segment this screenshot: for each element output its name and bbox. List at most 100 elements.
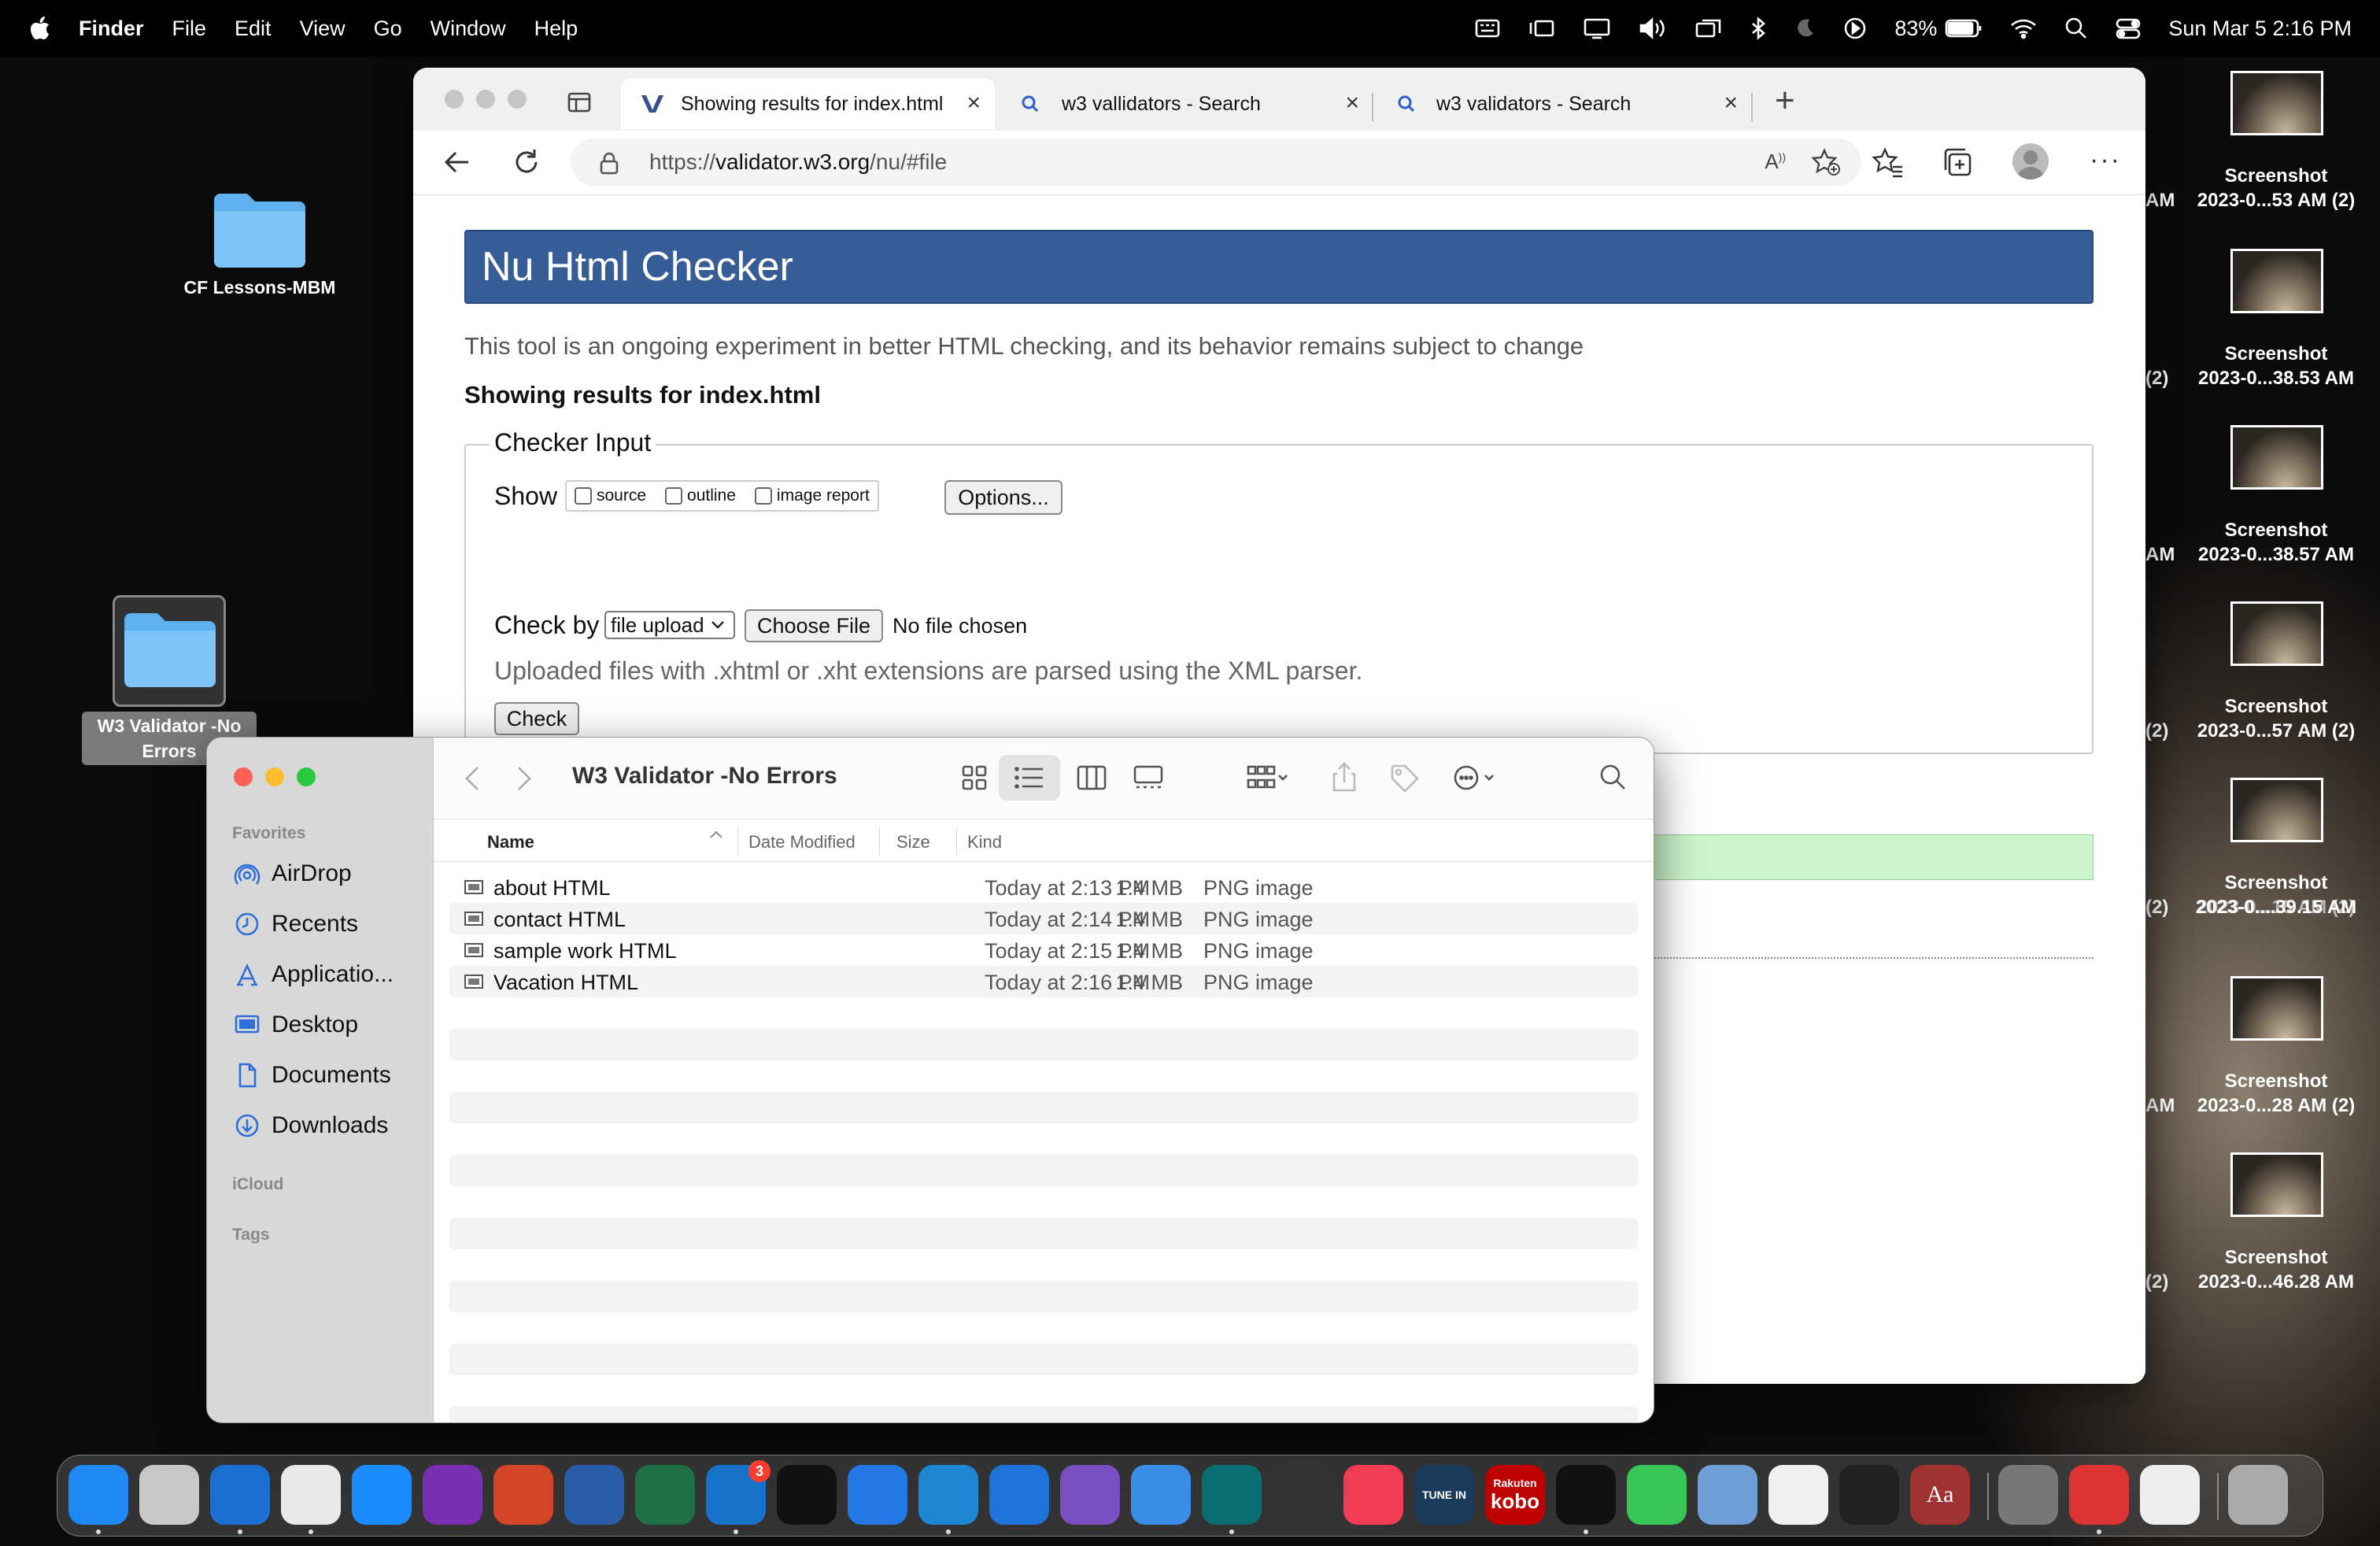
bluetooth-icon[interactable]: [1750, 17, 1767, 40]
add-favorite-icon[interactable]: [1811, 148, 1841, 176]
now-playing-icon[interactable]: [1842, 17, 1868, 40]
menu-edit[interactable]: Edit: [235, 17, 272, 41]
tunein-icon[interactable]: TUNE IN: [1414, 1465, 1474, 1525]
tab-actions-icon[interactable]: [567, 91, 591, 113]
github-icon[interactable]: [1060, 1465, 1120, 1525]
vscode-icon[interactable]: [918, 1465, 978, 1525]
chrome-icon[interactable]: [281, 1465, 341, 1525]
edu-e-icon[interactable]: [1202, 1465, 1262, 1525]
apple-menu-icon[interactable]: [30, 17, 50, 40]
image-report-checkbox[interactable]: image report: [754, 486, 870, 505]
sidebar-item-downloads[interactable]: Downloads: [234, 1112, 388, 1139]
new-tab-icon[interactable]: +: [1775, 83, 1795, 118]
menu-finder[interactable]: Finder: [79, 17, 144, 41]
onenote-icon[interactable]: [423, 1465, 482, 1525]
trello-icon[interactable]: [989, 1465, 1049, 1525]
close-tab-icon[interactable]: ×: [1345, 90, 1359, 117]
sidebar-item-documents[interactable]: Documents: [234, 1062, 391, 1089]
gallery-view-icon[interactable]: [1133, 764, 1164, 791]
mirroring-icon[interactable]: [1694, 17, 1723, 40]
outline-checkbox[interactable]: outline: [665, 486, 736, 505]
screenshot-thumbnail[interactable]: [2230, 425, 2323, 490]
screenshot-thumbnail[interactable]: [2230, 976, 2323, 1041]
screenshot-thumbnail[interactable]: [2230, 601, 2323, 666]
tasks-icon[interactable]: [848, 1465, 907, 1525]
read-aloud-icon[interactable]: A)): [1765, 150, 1786, 174]
profile-avatar[interactable]: [2012, 143, 2049, 179]
refresh-icon[interactable]: [511, 146, 542, 178]
dictionary-icon[interactable]: Aa: [1910, 1465, 1970, 1525]
kindle-icon[interactable]: [1556, 1465, 1616, 1525]
collections-icon[interactable]: [1942, 146, 1973, 178]
search-icon[interactable]: [1598, 763, 1627, 791]
screenshot-thumbnail[interactable]: [2230, 1152, 2323, 1217]
music-icon[interactable]: [1343, 1465, 1403, 1525]
file-row[interactable]: about HTML Today at 2:13 PM 1.4 MB PNG imag…: [449, 871, 1638, 903]
tab-search-1[interactable]: w3 vallidators - Search ×: [1002, 79, 1373, 129]
screenshot-thumbnail[interactable]: [2230, 778, 2323, 842]
file-row[interactable]: contact HTML Today at 2:14 PM 1.4 MB PNG im…: [449, 903, 1638, 934]
finder-icon[interactable]: [68, 1465, 128, 1525]
column-header-name[interactable]: Name: [487, 832, 534, 853]
menu-file[interactable]: File: [172, 17, 207, 41]
column-header-date[interactable]: Date Modified: [748, 832, 856, 853]
preview-icon[interactable]: [1698, 1465, 1757, 1525]
close-window-button[interactable]: [445, 90, 464, 109]
tag-icon[interactable]: [1389, 763, 1421, 794]
menu-window[interactable]: Window: [431, 17, 506, 41]
close-tab-icon[interactable]: ×: [966, 90, 981, 117]
stage-manager-icon[interactable]: [1528, 17, 1556, 40]
menu-view[interactable]: View: [300, 17, 346, 41]
powerpoint-icon[interactable]: [493, 1465, 553, 1525]
messages-icon[interactable]: [1627, 1465, 1687, 1525]
icon-view-icon[interactable]: [961, 764, 988, 791]
inkscape-icon[interactable]: [1839, 1465, 1899, 1525]
close-tab-icon[interactable]: ×: [1724, 90, 1738, 117]
file-row[interactable]: sample work HTML Today at 2:15 PM 1.4 MB PN…: [449, 934, 1638, 966]
tab-search-2[interactable]: w3 validators - Search ×: [1378, 79, 1752, 129]
calculator-icon[interactable]: [1273, 1465, 1332, 1525]
photos-icon[interactable]: [1768, 1465, 1828, 1525]
check-by-select[interactable]: file upload: [604, 611, 735, 639]
sidebar-item-desktop[interactable]: Desktop: [234, 1012, 358, 1038]
control-center-icon[interactable]: [2115, 17, 2142, 40]
sidebar-item-recents[interactable]: Recents: [234, 911, 358, 938]
back-icon[interactable]: [442, 146, 473, 178]
excel-icon[interactable]: [635, 1465, 695, 1525]
volume-icon[interactable]: [1638, 17, 1668, 40]
screenshot-thumbnail[interactable]: [2230, 249, 2323, 313]
choose-file-button[interactable]: Choose File: [745, 609, 883, 642]
column-header-kind[interactable]: Kind: [967, 832, 1002, 853]
system-settings-icon[interactable]: [1998, 1465, 2058, 1525]
close-window-button[interactable]: [234, 767, 253, 786]
minimize-window-button[interactable]: [476, 90, 495, 109]
forward-icon[interactable]: [516, 764, 533, 793]
favorites-icon[interactable]: [1872, 146, 1904, 178]
screenshot-thumbnail[interactable]: [2230, 71, 2323, 135]
sidebar-item-airdrop[interactable]: AirDrop: [234, 860, 352, 887]
weather-icon[interactable]: [1131, 1465, 1191, 1525]
launchpad-icon[interactable]: [139, 1465, 199, 1525]
word-icon[interactable]: [564, 1465, 624, 1525]
wifi-icon[interactable]: [2009, 17, 2038, 40]
column-header-size[interactable]: Size: [896, 832, 930, 853]
outlook-icon[interactable]: 3: [706, 1460, 771, 1525]
spotlight-search-icon[interactable]: [2064, 17, 2088, 40]
battery-status[interactable]: 83%: [1894, 17, 1983, 41]
menu-help[interactable]: Help: [534, 17, 578, 41]
clock-icon[interactable]: [777, 1465, 837, 1525]
options-button[interactable]: Options...: [944, 480, 1062, 515]
desktop-folder-cf-lessons[interactable]: CF Lessons-MBM: [165, 187, 354, 298]
back-icon[interactable]: [464, 764, 481, 793]
dictation-icon[interactable]: [2069, 1465, 2129, 1525]
display-icon[interactable]: [1583, 17, 1611, 40]
keyboard-layout-icon[interactable]: [1474, 17, 1501, 40]
zoom-window-button[interactable]: [297, 767, 316, 786]
focus-moon-icon[interactable]: [1794, 17, 1816, 40]
kobo-icon[interactable]: Rakuten kobo: [1485, 1465, 1545, 1525]
check-button[interactable]: Check: [494, 702, 579, 735]
list-view-icon[interactable]: [999, 755, 1060, 801]
textedit-icon[interactable]: [2140, 1465, 2200, 1525]
column-view-icon[interactable]: [1076, 764, 1107, 791]
menu-go[interactable]: Go: [374, 17, 402, 41]
